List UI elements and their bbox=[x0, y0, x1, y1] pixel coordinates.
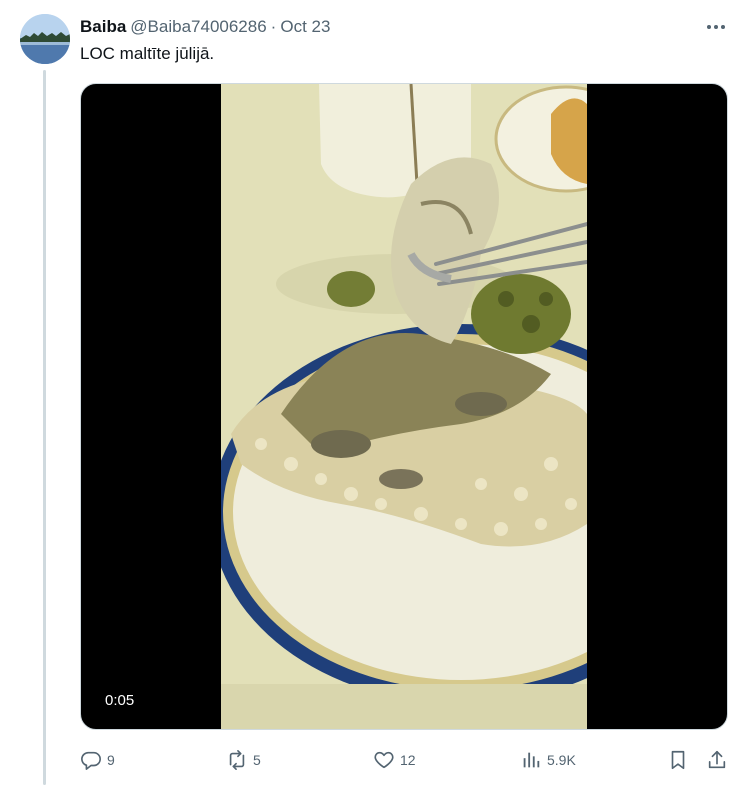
repost-icon bbox=[226, 749, 248, 771]
tweet-header: Baiba @Baiba74006286 · Oct 23 bbox=[80, 16, 728, 38]
thread-line bbox=[43, 70, 46, 785]
avatar[interactable] bbox=[20, 14, 70, 64]
views-icon bbox=[520, 749, 542, 771]
video-player[interactable]: 0:05 bbox=[80, 83, 728, 730]
heart-icon bbox=[373, 749, 395, 771]
views-button[interactable]: 5.9K bbox=[520, 745, 576, 775]
separator-dot: · bbox=[270, 17, 277, 36]
repost-button[interactable]: 5 bbox=[226, 745, 261, 775]
bookmark-button[interactable] bbox=[667, 745, 689, 775]
reply-button[interactable]: 9 bbox=[80, 745, 115, 775]
more-horizontal-icon[interactable] bbox=[704, 16, 728, 38]
author-name[interactable]: Baiba bbox=[80, 17, 126, 37]
share-icon bbox=[706, 749, 728, 771]
like-count: 12 bbox=[400, 752, 416, 768]
video-timestamp: 0:05 bbox=[99, 690, 141, 711]
tweet-date[interactable]: Oct 23 bbox=[280, 17, 330, 37]
tweet[interactable]: Baiba @Baiba74006286 · Oct 23 LOC maltīt… bbox=[0, 0, 748, 785]
bookmark-icon bbox=[667, 749, 689, 771]
avatar-image bbox=[20, 14, 70, 64]
author-handle[interactable]: @Baiba74006286 bbox=[130, 17, 266, 37]
video-frame bbox=[221, 84, 587, 729]
reply-count: 9 bbox=[107, 752, 115, 768]
share-button[interactable] bbox=[706, 745, 728, 775]
tweet-text: LOC maltīte jūlijā. bbox=[80, 44, 215, 63]
reply-icon bbox=[80, 749, 102, 771]
action-bar: 9 5 12 5.9K bbox=[80, 745, 735, 775]
views-count: 5.9K bbox=[547, 752, 576, 768]
like-button[interactable]: 12 bbox=[373, 745, 416, 775]
repost-count: 5 bbox=[253, 752, 261, 768]
